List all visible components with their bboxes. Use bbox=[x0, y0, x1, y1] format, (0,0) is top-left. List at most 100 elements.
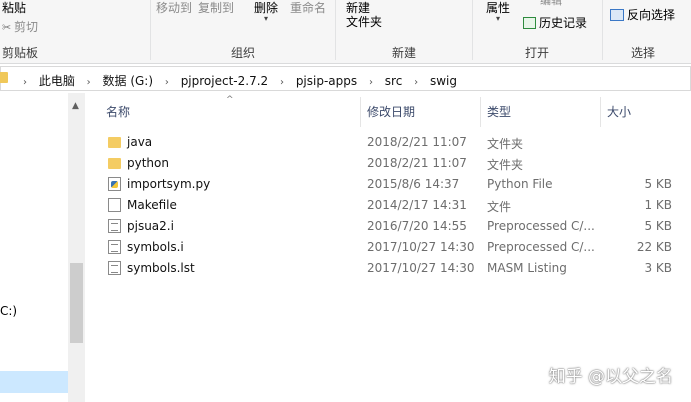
rename-button[interactable]: 重命名 bbox=[290, 1, 326, 15]
breadcrumb-pjsip-apps[interactable]: pjsip-apps bbox=[296, 74, 357, 88]
column-header-size[interactable]: 大小 bbox=[607, 103, 631, 120]
breadcrumb: › 此电脑 › 数据 (G:) › pjproject-2.7.2 › pjsi… bbox=[15, 72, 457, 89]
folder-icon bbox=[0, 72, 8, 83]
file-type: 文件 bbox=[487, 200, 512, 214]
invert-selection-button[interactable]: 反向选择 bbox=[610, 8, 675, 22]
file-size: 22 KB bbox=[636, 240, 672, 254]
scrollbar-thumb[interactable] bbox=[70, 263, 83, 343]
file-row-symbols-i[interactable]: symbols.i 2017/10/27 14:30 Preprocessed … bbox=[100, 237, 680, 258]
file-date: 2014/2/17 14:31 bbox=[367, 198, 467, 212]
chevron-right-icon[interactable]: › bbox=[414, 77, 418, 88]
file-date: 2018/2/21 11:07 bbox=[367, 135, 467, 149]
file-type: Python File bbox=[487, 177, 553, 191]
nav-scrollbar[interactable]: ▲ bbox=[68, 93, 85, 402]
column-divider[interactable] bbox=[480, 97, 481, 127]
ribbon-divider bbox=[602, 0, 603, 60]
sort-ascending-icon: ^ bbox=[226, 95, 234, 105]
file-size: 5 KB bbox=[644, 177, 672, 191]
document-icon bbox=[108, 261, 121, 275]
nav-item-selected[interactable] bbox=[0, 371, 68, 393]
invert-selection-label: 反向选择 bbox=[627, 8, 676, 22]
file-icon bbox=[108, 198, 121, 212]
ribbon-divider bbox=[472, 0, 473, 60]
ribbon-divider bbox=[150, 0, 151, 60]
properties-button[interactable]: 属性 ▾ bbox=[486, 1, 510, 23]
file-size: 3 KB bbox=[644, 261, 672, 275]
select-group-label: 选择 bbox=[630, 46, 655, 60]
invert-selection-icon bbox=[610, 9, 624, 21]
document-icon bbox=[108, 240, 121, 254]
file-type: 文件夹 bbox=[487, 158, 524, 172]
history-label: 历史记录 bbox=[539, 16, 588, 30]
file-row-pjsua2[interactable]: pjsua2.i 2016/7/20 14:55 Preprocessed C/… bbox=[100, 216, 680, 237]
file-type: Preprocessed C/... bbox=[487, 219, 595, 233]
breadcrumb-swig[interactable]: swig bbox=[430, 74, 457, 88]
breadcrumb-src[interactable]: src bbox=[385, 74, 403, 88]
address-bar[interactable]: › 此电脑 › 数据 (G:) › pjproject-2.7.2 › pjsi… bbox=[0, 66, 691, 91]
file-date: 2018/2/21 11:07 bbox=[367, 156, 467, 170]
chevron-down-icon: ▾ bbox=[496, 14, 501, 23]
cut-label: 剪切 bbox=[14, 20, 39, 34]
cut-button[interactable]: ✂ 剪切 bbox=[2, 20, 38, 35]
chevron-right-icon[interactable]: › bbox=[165, 77, 169, 88]
folder-icon bbox=[108, 137, 121, 148]
file-name: importsym.py bbox=[127, 177, 211, 191]
file-row-importsym[interactable]: importsym.py 2015/8/6 14:37 Python File … bbox=[100, 174, 680, 195]
properties-label: 属性 bbox=[486, 1, 511, 15]
chevron-right-icon[interactable]: › bbox=[369, 77, 373, 88]
ribbon-divider bbox=[335, 0, 336, 60]
file-name: pjsua2.i bbox=[127, 219, 174, 233]
file-row-makefile[interactable]: Makefile 2014/2/17 14:31 文件 1 KB bbox=[100, 195, 680, 216]
nav-item-drive-c[interactable]: C:) bbox=[0, 304, 17, 318]
file-name: python bbox=[127, 156, 169, 170]
column-divider[interactable] bbox=[600, 97, 601, 127]
paste-button[interactable]: 粘贴 bbox=[2, 1, 26, 15]
navigation-pane: C:) ▲ bbox=[0, 93, 86, 402]
clipboard-group-label: 剪贴板 bbox=[1, 46, 38, 60]
history-icon bbox=[523, 17, 536, 29]
new-folder-label-2: 文件夹 bbox=[346, 15, 383, 29]
edit-button[interactable]: 编辑 bbox=[540, 0, 562, 8]
file-row-python[interactable]: python 2018/2/21 11:07 文件夹 bbox=[100, 153, 680, 174]
file-date: 2016/7/20 14:55 bbox=[367, 219, 467, 233]
chevron-right-icon[interactable]: › bbox=[87, 77, 91, 88]
new-folder-button[interactable]: 新建 文件夹 bbox=[346, 1, 382, 29]
file-date: 2017/10/27 14:30 bbox=[367, 240, 475, 254]
column-header-name[interactable]: 名称 bbox=[106, 103, 130, 120]
folder-icon bbox=[108, 158, 121, 169]
ribbon: 粘贴 ✂ 剪切 剪贴板 移动到 复制到 删除 ▾ 重命名 组织 新建 文件夹 新建… bbox=[0, 0, 691, 64]
breadcrumb-drive[interactable]: 数据 (G:) bbox=[103, 74, 154, 88]
column-divider[interactable] bbox=[360, 97, 361, 127]
file-type: 文件夹 bbox=[487, 137, 524, 151]
open-group-label: 打开 bbox=[524, 46, 549, 60]
chevron-up-icon[interactable]: ▲ bbox=[72, 101, 79, 111]
chevron-right-icon: › bbox=[23, 77, 27, 88]
file-row-java[interactable]: java 2018/2/21 11:07 文件夹 bbox=[100, 132, 680, 153]
file-name: symbols.i bbox=[127, 240, 184, 254]
delete-button[interactable]: 删除 ▾ bbox=[254, 1, 278, 23]
file-size: 1 KB bbox=[644, 198, 672, 212]
file-name: Makefile bbox=[127, 198, 177, 212]
new-group-label: 新建 bbox=[391, 46, 416, 60]
chevron-down-icon: ▾ bbox=[264, 14, 269, 23]
file-type: MASM Listing bbox=[487, 261, 567, 275]
organize-group-label: 组织 bbox=[230, 46, 255, 60]
file-row-symbols-lst[interactable]: symbols.lst 2017/10/27 14:30 MASM Listin… bbox=[100, 258, 680, 279]
file-name: java bbox=[127, 135, 153, 149]
python-file-icon bbox=[108, 177, 121, 191]
file-date: 2017/10/27 14:30 bbox=[367, 261, 475, 275]
document-icon bbox=[108, 219, 121, 233]
file-name: symbols.lst bbox=[127, 261, 195, 275]
file-date: 2015/8/6 14:37 bbox=[367, 177, 460, 191]
file-type: Preprocessed C/... bbox=[487, 240, 595, 254]
column-header-date[interactable]: 修改日期 bbox=[367, 103, 415, 120]
copy-to-button[interactable]: 复制到 bbox=[198, 1, 234, 15]
history-button[interactable]: 历史记录 bbox=[523, 16, 587, 30]
chevron-right-icon[interactable]: › bbox=[280, 77, 284, 88]
watermark: 知乎 @以父之名 bbox=[548, 367, 673, 387]
move-to-button[interactable]: 移动到 bbox=[156, 1, 192, 15]
file-size: 5 KB bbox=[644, 219, 672, 233]
column-header-type[interactable]: 类型 bbox=[487, 103, 511, 120]
breadcrumb-this-pc[interactable]: 此电脑 bbox=[39, 74, 75, 88]
breadcrumb-pjproject[interactable]: pjproject-2.7.2 bbox=[181, 74, 268, 88]
